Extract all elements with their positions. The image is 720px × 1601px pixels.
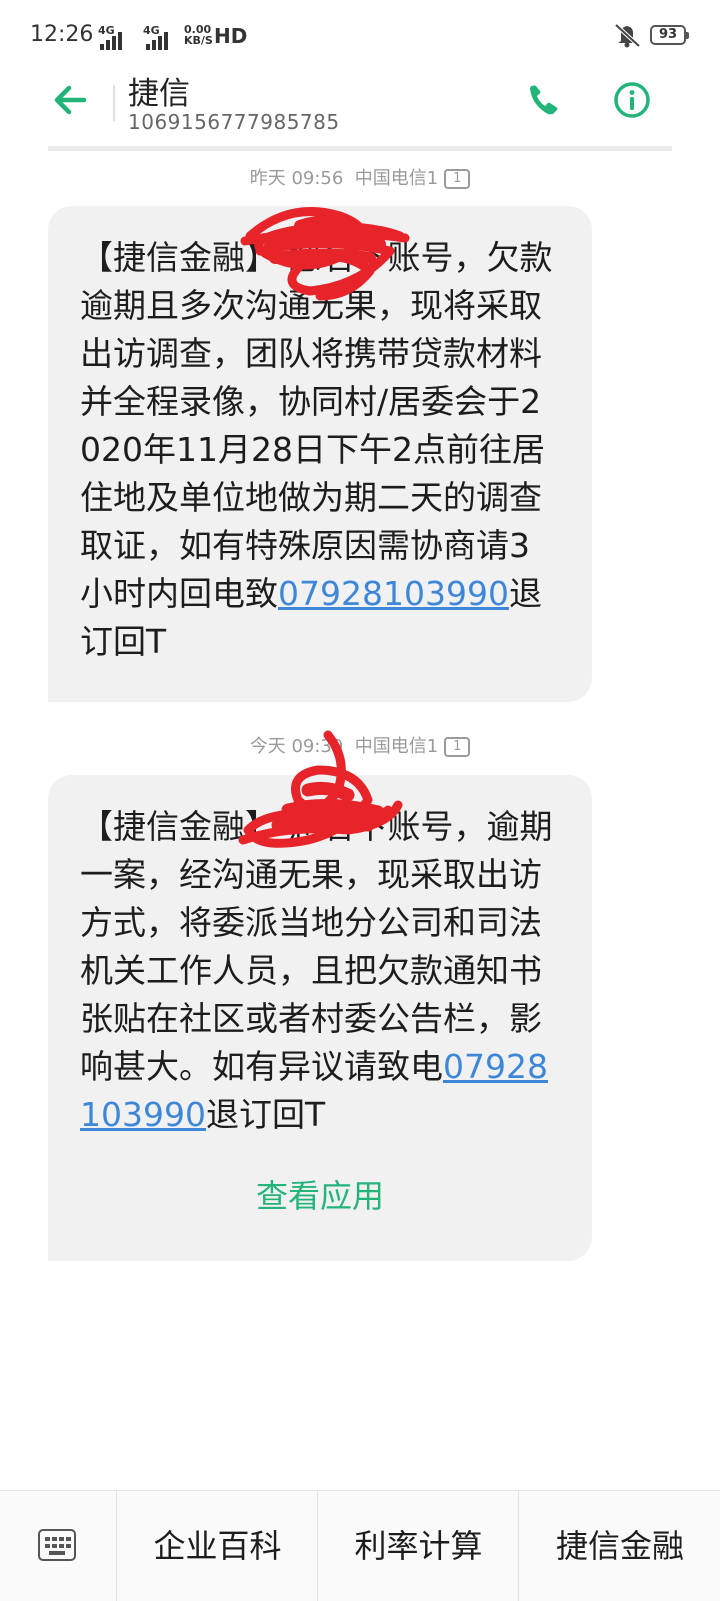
menu-item-home-credit[interactable]: 捷信金融 xyxy=(518,1491,720,1601)
view-app-button[interactable]: 查看应用 xyxy=(48,1171,592,1217)
back-arrow-icon[interactable] xyxy=(50,80,90,120)
battery-icon: 93 xyxy=(650,25,689,45)
bottom-menu-bar: 企业百科 利率计算 捷信金融 xyxy=(0,1490,720,1601)
message-body: 【捷信金融】 您名下账号，逾期一案，经沟通无果，现采取出访方式，将委派当地分公司… xyxy=(80,807,553,1086)
keyboard-icon xyxy=(38,1529,76,1561)
signal-strength-icon xyxy=(100,30,122,50)
mute-bell-icon xyxy=(614,23,641,48)
message-text: 【捷信金融】 您名下账号，欠款逾期且多次沟通无果，现将采取出访调查，团队将携带贷… xyxy=(80,234,562,666)
carrier-label: 中国电信1 xyxy=(354,168,439,189)
keyboard-toggle-button[interactable] xyxy=(0,1491,116,1601)
info-icon[interactable] xyxy=(612,80,652,120)
network-speed: 0.00 KB/S xyxy=(184,24,213,46)
sender-number: 1069156777985785 xyxy=(128,110,340,134)
timestamp-text: 今天 09:39 xyxy=(249,736,344,757)
timestamp-text: 昨天 09:56 xyxy=(249,168,344,189)
conversation-header: 捷信 1069156777985785 xyxy=(0,60,720,146)
unsubscribe-text: 退订回T xyxy=(205,1095,326,1134)
status-time: 12:26 xyxy=(30,22,94,47)
message-text: 【捷信金融】 您名下账号，逾期一案，经沟通无果，现采取出访方式，将委派当地分公司… xyxy=(80,803,562,1139)
header-divider xyxy=(113,85,115,121)
message-timestamp: 昨天 09:56 中国电信1 1 xyxy=(0,164,720,190)
hd-voice-icon: HD xyxy=(214,24,248,48)
carrier-label: 中国电信1 xyxy=(354,736,439,757)
message-body: 【捷信金融】 您名下账号，欠款逾期且多次沟通无果，现将采取出访调查，团队将携带贷… xyxy=(80,238,553,613)
phone-number-link[interactable]: 07928103990 xyxy=(278,574,509,613)
message-timestamp: 今天 09:39 中国电信1 1 xyxy=(0,732,720,758)
header-separator xyxy=(48,146,672,151)
message-bubble[interactable]: 【捷信金融】 您名下账号，欠款逾期且多次沟通无果，现将采取出访调查，团队将携带贷… xyxy=(48,206,592,702)
menu-item-enterprise-wiki[interactable]: 企业百科 xyxy=(116,1491,318,1601)
phone-call-icon[interactable] xyxy=(524,80,564,120)
sim-slot-icon: 1 xyxy=(444,737,471,757)
message-bubble[interactable]: 【捷信金融】 您名下账号，逾期一案，经沟通无果，现采取出访方式，将委派当地分公司… xyxy=(48,775,592,1261)
contact-name: 捷信 xyxy=(128,76,190,112)
signal-strength-icon-2 xyxy=(146,30,168,50)
menu-item-interest-calculator[interactable]: 利率计算 xyxy=(317,1491,519,1601)
sim-slot-icon: 1 xyxy=(444,169,471,189)
network-speed-unit: KB/S xyxy=(184,34,213,47)
